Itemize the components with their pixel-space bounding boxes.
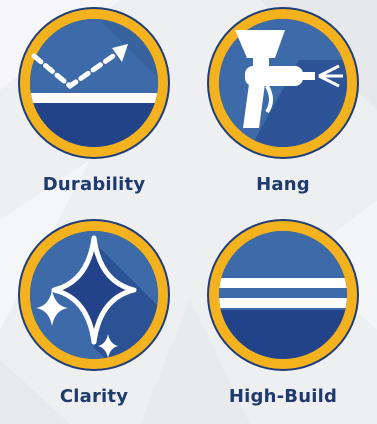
durability-arrow-icon [18, 7, 170, 159]
film-layers-icon [207, 219, 359, 371]
feature-label: Hang [256, 174, 310, 195]
feature-label: High-Build [228, 386, 338, 407]
feature-high-build: High-Build [189, 212, 377, 424]
spray-gun-icon [207, 7, 359, 159]
feature-label: Durability [42, 174, 146, 195]
feature-label: Clarity [59, 386, 129, 407]
sparkle-stars-icon [18, 219, 170, 371]
feature-clarity: Clarity [0, 212, 188, 424]
feature-durability: Durability [0, 0, 188, 212]
feature-hang: Hang [189, 0, 377, 212]
